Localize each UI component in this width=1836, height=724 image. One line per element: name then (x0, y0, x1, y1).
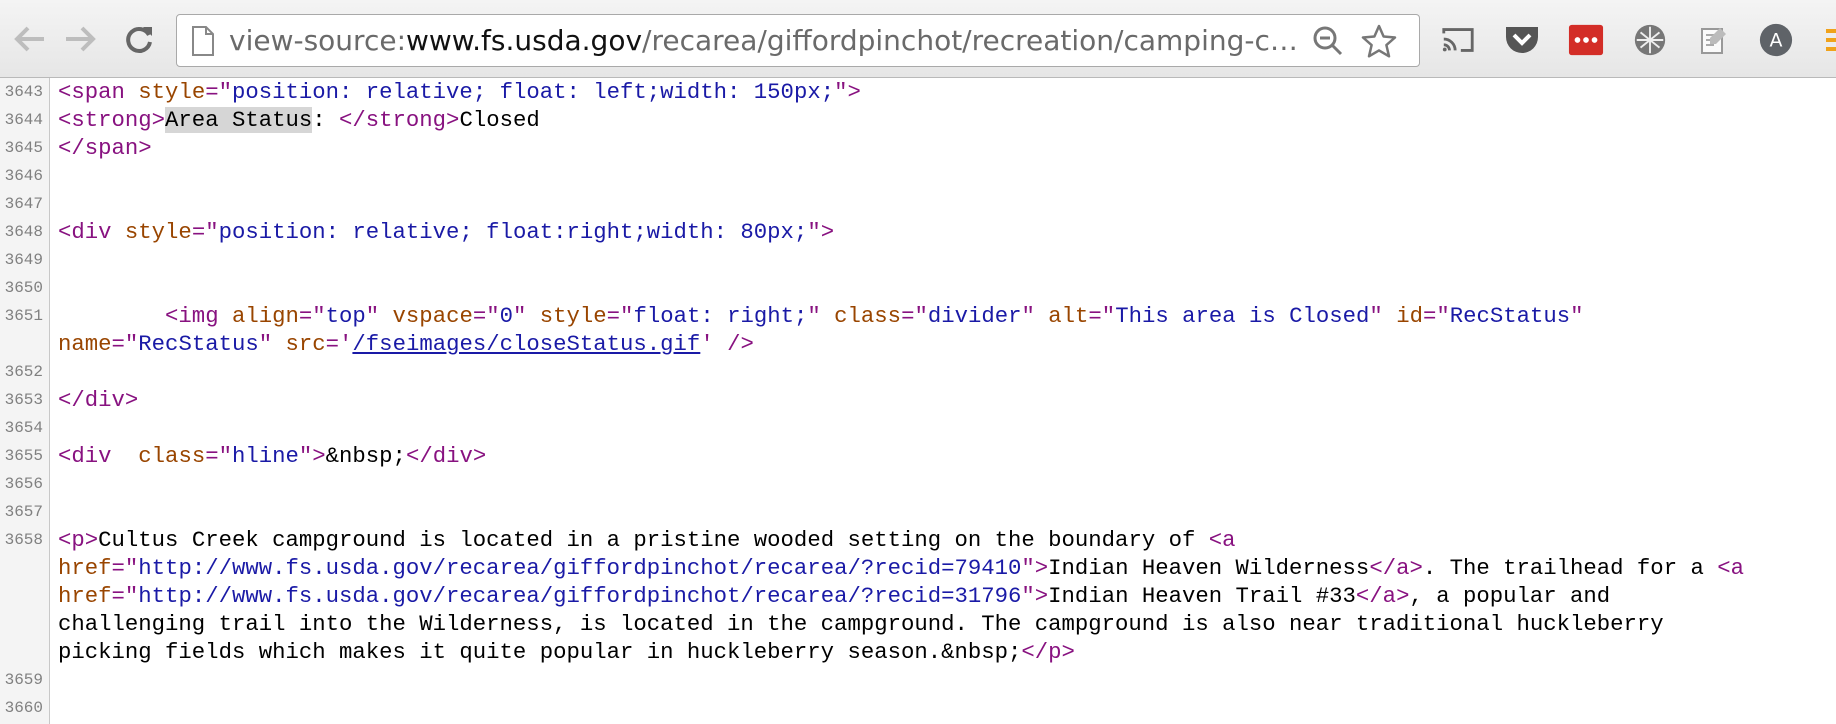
code-text: <strong>Area Status: </strong>Closed (58, 107, 540, 133)
star-icon[interactable] (1361, 24, 1397, 63)
source-line: 3648 <div style="position: relative; flo… (0, 218, 1836, 246)
line-number: 3653 (4, 391, 43, 409)
source-line: 3654 (0, 414, 1836, 442)
line-number: 3652 (4, 363, 43, 381)
source-view[interactable]: 3643 <span style="position: relative; fl… (0, 78, 1836, 724)
source-line: 3647 (0, 190, 1836, 218)
line-number: 3648 (4, 223, 43, 241)
page-icon (191, 26, 215, 61)
source-line: 3643 <span style="position: relative; fl… (0, 78, 1836, 106)
code-text: <span style="position: relative; float: … (58, 79, 861, 105)
source-line: 3660 (0, 694, 1836, 722)
code-text: href="http://www.fs.usda.gov/recarea/gif… (58, 555, 1744, 581)
source-line: 3651 <img align="top" vspace="0" style="… (0, 302, 1836, 330)
url-path: /recarea/giffordpinchot/recreation/campi… (642, 24, 1303, 57)
line-number: 3651 (4, 307, 43, 325)
source-line: 3646 (0, 162, 1836, 190)
lastpass-icon[interactable] (1568, 22, 1604, 58)
source-line-wrap: challenging trail into the Wilderness, i… (0, 610, 1836, 638)
source-line: 3650 (0, 274, 1836, 302)
search-highlight: Area Status (165, 107, 313, 133)
url-host: www.fs.usda.gov (406, 24, 643, 57)
zoom-out-icon[interactable] (1311, 24, 1345, 63)
address-bar[interactable]: view-source:www.fs.usda.gov/recarea/giff… (176, 14, 1420, 67)
pocket-icon[interactable] (1504, 22, 1540, 58)
source-line: 3659 (0, 666, 1836, 694)
line-number: 3654 (4, 419, 43, 437)
cast-icon[interactable] (1440, 22, 1476, 58)
line-number: 3650 (4, 279, 43, 297)
source-line-wrap: picking fields which makes it quite popu… (0, 638, 1836, 666)
forward-arrow-icon[interactable] (58, 14, 104, 64)
line-number: 3656 (4, 475, 43, 493)
url-text[interactable]: view-source:www.fs.usda.gov/recarea/giff… (229, 24, 1303, 58)
browser-toolbar: view-source:www.fs.usda.gov/recarea/giff… (0, 0, 1836, 78)
notes-icon[interactable] (1696, 22, 1732, 58)
back-arrow-icon[interactable] (6, 14, 52, 64)
source-line: 3657 (0, 498, 1836, 526)
source-line: 3644 <strong>Area Status: </strong>Close… (0, 106, 1836, 134)
source-line-wrap: name="RecStatus" src='/fseimages/closeSt… (0, 330, 1836, 358)
code-text: href="http://www.fs.usda.gov/recarea/gif… (58, 583, 1611, 609)
code-text: <div class="hline">&nbsp;</div> (58, 443, 487, 469)
profile-letter: A (1770, 30, 1783, 52)
code-text: name="RecStatus" src='/fseimages/closeSt… (58, 331, 754, 357)
line-number: 3658 (4, 531, 43, 549)
code-text: challenging trail into the Wilderness, i… (58, 611, 1664, 637)
profile-avatar[interactable]: A (1758, 22, 1794, 58)
menu-icon[interactable] (1816, 22, 1836, 58)
source-line: 3652 (0, 358, 1836, 386)
code-text: <p>Cultus Creek campground is located in… (58, 527, 1236, 553)
source-line: 3649 (0, 246, 1836, 274)
web-extension-icon[interactable] (1632, 22, 1668, 58)
line-number: 3657 (4, 503, 43, 521)
source-line-wrap: href="http://www.fs.usda.gov/recarea/gif… (0, 554, 1836, 582)
line-number: 3645 (4, 139, 43, 157)
source-line-wrap: href="http://www.fs.usda.gov/recarea/gif… (0, 582, 1836, 610)
line-number: 3655 (4, 447, 43, 465)
source-line: 3658 <p>Cultus Creek campground is locat… (0, 526, 1836, 554)
line-number: 3659 (4, 671, 43, 689)
line-number: 3643 (4, 83, 43, 101)
code-text: </span> (58, 135, 152, 161)
source-line: 3645 </span> (0, 134, 1836, 162)
line-number: 3649 (4, 251, 43, 269)
image-src-link[interactable]: /fseimages/closeStatus.gif (352, 331, 700, 357)
url-scheme: view-source: (229, 24, 406, 57)
reload-icon[interactable] (116, 14, 162, 64)
code-text: <div style="position: relative; float:ri… (58, 219, 835, 245)
line-number: 3644 (4, 111, 43, 129)
code-text: picking fields which makes it quite popu… (58, 639, 1075, 665)
source-line: 3656 (0, 470, 1836, 498)
source-line: 3653 </div> (0, 386, 1836, 414)
line-number: 3646 (4, 167, 43, 185)
source-line: 3655 <div class="hline">&nbsp;</div> (0, 442, 1836, 470)
line-number: 3647 (4, 195, 43, 213)
code-text: <img align="top" vspace="0" style="float… (165, 303, 1584, 329)
code-text: </div> (58, 387, 139, 413)
line-number: 3660 (4, 699, 43, 717)
